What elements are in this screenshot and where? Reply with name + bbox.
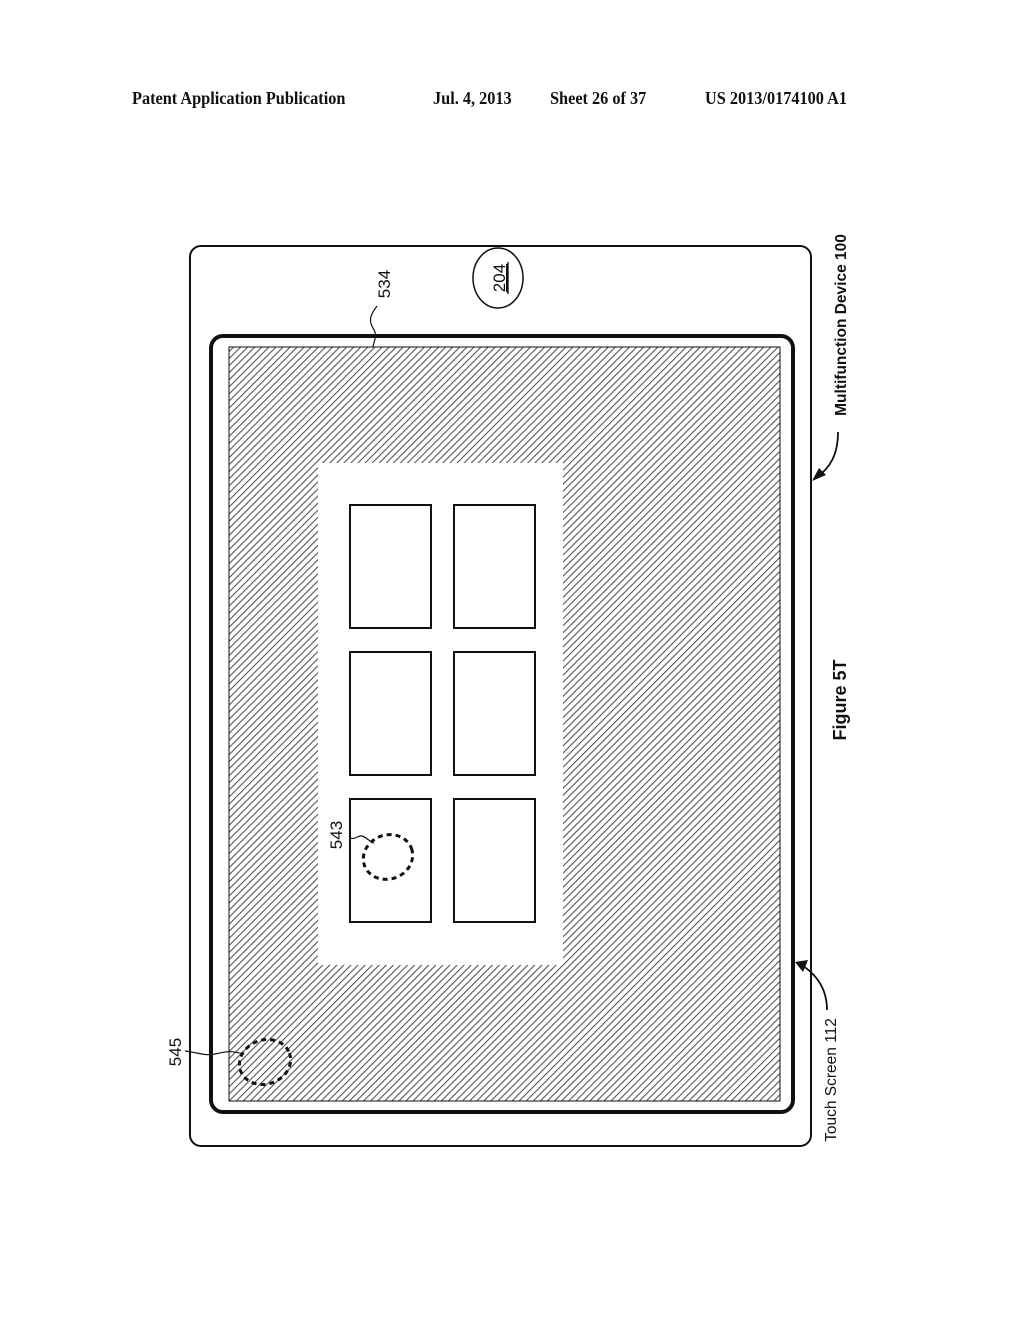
contact-543-ref-label: 543: [327, 821, 346, 849]
figure-drawing: 204 543 545 534 Multifunction Device 100…: [166, 234, 850, 1147]
tile-r1-c2[interactable]: [453, 504, 536, 629]
contact-545-ref-label: 545: [166, 1038, 185, 1066]
home-button[interactable]: 204: [472, 247, 524, 309]
device-arrowhead-icon: [812, 468, 826, 481]
device-label: Multifunction Device 100: [833, 234, 850, 416]
tile-r2-c1[interactable]: [349, 651, 432, 776]
figure-caption: Figure 5T: [830, 659, 850, 740]
tile-r3-c1[interactable]: [349, 798, 432, 923]
screen-ref-label: 534: [375, 270, 394, 298]
tile-r3-c2[interactable]: [453, 798, 536, 923]
tile-r1-c1[interactable]: [349, 504, 432, 629]
touch-screen-label: Touch Screen 112: [823, 1018, 840, 1142]
tile-r2-c2[interactable]: [453, 651, 536, 776]
home-button-ref-label: 204: [490, 264, 509, 292]
